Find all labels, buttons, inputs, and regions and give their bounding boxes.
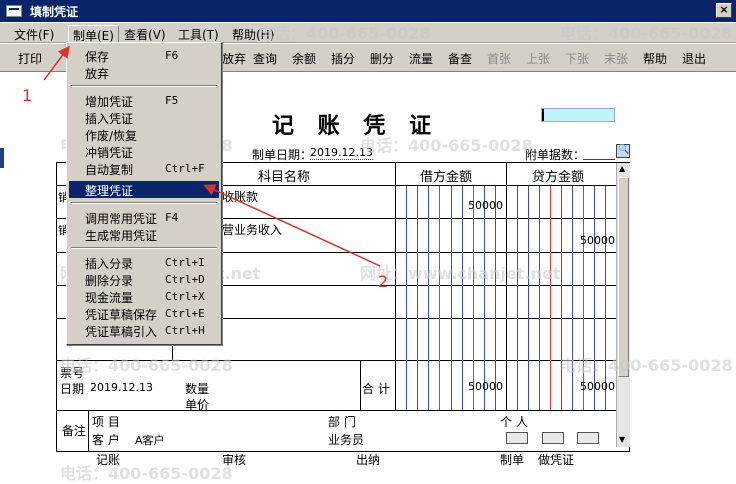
- annotation-arrows: [43, 45, 381, 267]
- annotation-number-2: 2: [378, 272, 389, 291]
- annotation-number-1: 1: [22, 86, 33, 105]
- annotation-arrow-2: [203, 184, 381, 267]
- annotation-arrow-1: [43, 45, 70, 81]
